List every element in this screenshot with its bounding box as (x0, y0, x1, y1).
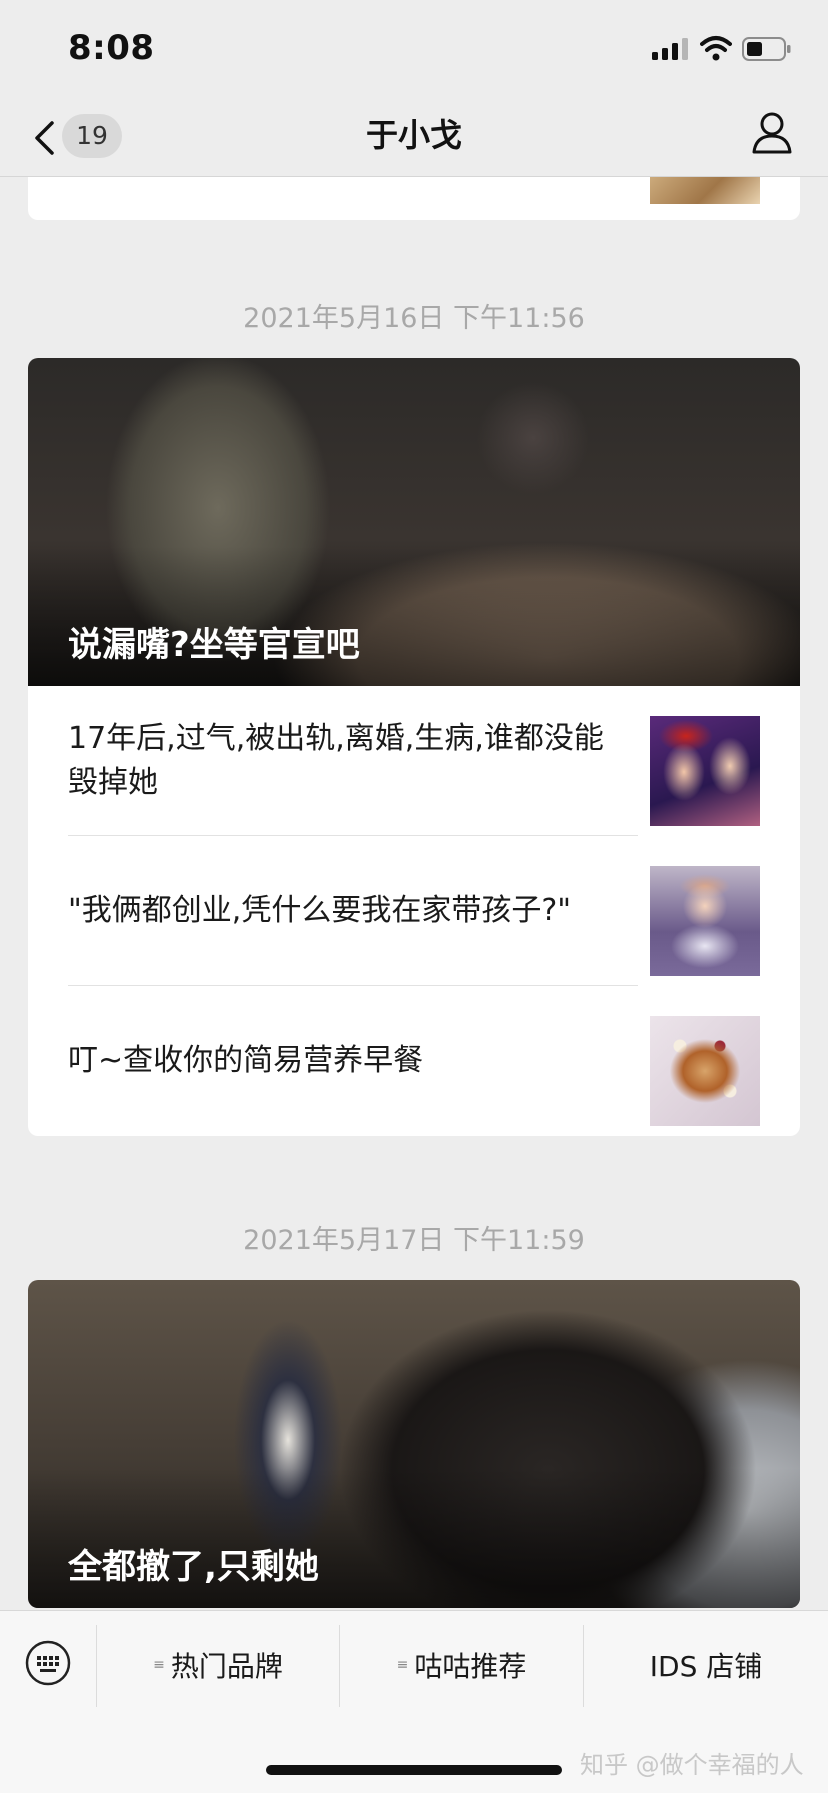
menu-hot-brands[interactable]: ≡ 热门品牌 (97, 1631, 339, 1699)
article-title: 叮~查收你的简易营养早餐 (68, 1043, 424, 1078)
menu-label: IDS 店铺 (649, 1650, 763, 1683)
keyboard-icon[interactable] (24, 1639, 72, 1687)
article-thumbnail (650, 176, 760, 204)
message-timestamp: 2021年5月16日 下午11:56 (243, 303, 585, 334)
article-list-item[interactable]: 17年后,过气,被出轨,离婚,生病,谁都没能毁掉她 (28, 686, 800, 836)
article-thumbnail (650, 1016, 760, 1126)
bottom-menu-bar: ≡ 热门品牌 ≡ 咕咕推荐 IDS 店铺 知乎 @做个幸福的人 (0, 1610, 828, 1793)
message-timestamp: 2021年5月17日 下午11:59 (243, 1225, 585, 1256)
menu-label: 咕咕推荐 (414, 1650, 527, 1683)
watermark: 知乎 @做个幸福的人 (580, 1751, 804, 1779)
status-time: 8:08 (68, 28, 155, 68)
featured-article[interactable]: 说漏嘴?坐等官宣吧 (28, 358, 800, 686)
home-indicator[interactable] (266, 1765, 562, 1775)
article-title: "我俩都创业,凭什么要我在家带孩子?" (68, 893, 572, 928)
article-list-item[interactable]: 叮~查收你的简易营养早餐 (28, 986, 800, 1136)
article-title: 17年后,过气,被出轨,离婚,生病,谁都没能毁掉她 (68, 721, 604, 800)
article-thumbnail (650, 866, 760, 976)
featured-article-title: 全都撤了,只剩她 (68, 1547, 319, 1587)
submenu-icon: ≡ (396, 1657, 409, 1673)
profile-icon[interactable] (748, 108, 796, 156)
article-feed[interactable]: 2021年5月16日 下午11:56 说漏嘴?坐等官宣吧 17年后,过气,被出轨… (0, 176, 828, 1610)
nav-bar: 19 于小戈 (0, 96, 828, 177)
menu-label: 热门品牌 (170, 1650, 283, 1683)
article-card: 说漏嘴?坐等官宣吧 17年后,过气,被出轨,离婚,生病,谁都没能毁掉她 "我俩都… (28, 358, 800, 1136)
wifi-icon (700, 36, 732, 61)
status-bar: 8:08 (0, 0, 828, 96)
battery-icon (742, 37, 791, 61)
cellular-signal-icon (652, 38, 688, 60)
article-thumbnail (650, 716, 760, 826)
featured-article[interactable]: 全都撤了,只剩她 (28, 1280, 800, 1608)
submenu-icon: ≡ (153, 1657, 165, 1673)
article-card: 全都撤了,只剩她 (28, 1280, 800, 1608)
previous-article-card[interactable] (28, 176, 800, 220)
menu-store[interactable]: IDS 店铺 (584, 1631, 828, 1699)
featured-article-title: 说漏嘴?坐等官宣吧 (68, 625, 360, 665)
article-list-item[interactable]: "我俩都创业,凭什么要我在家带孩子?" (28, 836, 800, 986)
page-title: 于小戈 (365, 116, 462, 154)
menu-recommendations[interactable]: ≡ 咕咕推荐 (340, 1631, 583, 1699)
